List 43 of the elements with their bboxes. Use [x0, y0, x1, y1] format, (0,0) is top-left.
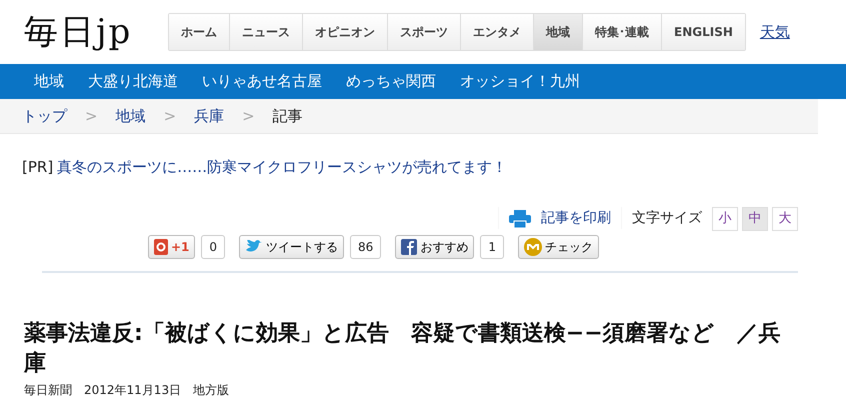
nav-tab[interactable]: 地域	[534, 14, 583, 50]
printer-icon[interactable]	[509, 210, 531, 228]
facebook-icon	[401, 238, 418, 254]
nav-tab[interactable]: エンタメ	[461, 14, 534, 50]
share-count: 86	[350, 234, 382, 258]
facebook-button[interactable]: おすすめ	[395, 234, 474, 258]
article-byline: 毎日新聞 2012年11月13日 地方版	[23, 382, 230, 398]
font-size-button[interactable]: 小	[712, 206, 738, 230]
share-count: 0	[201, 234, 226, 258]
nav-tab[interactable]: ホーム	[169, 14, 230, 50]
font-size-label: 文字サイズ	[632, 209, 702, 228]
nav-tab[interactable]: ENGLISH	[662, 14, 745, 50]
breadcrumb-current: 記事	[272, 106, 303, 127]
mixi-button[interactable]: チェック	[518, 234, 599, 258]
subnav-link[interactable]: オッショイ！九州	[460, 70, 580, 93]
breadcrumb-separator: >	[242, 106, 255, 127]
font-size-button[interactable]: 中	[742, 206, 768, 230]
subnav-link[interactable]: めっちゃ関西	[346, 70, 436, 93]
google-icon	[154, 238, 168, 254]
mixi-icon	[524, 238, 542, 256]
logo[interactable]: 毎日jp	[24, 15, 164, 49]
breadcrumb-link[interactable]: 兵庫	[194, 104, 224, 128]
bird-icon	[245, 240, 264, 254]
subnav-link[interactable]: いりゃあせ名古屋	[202, 70, 322, 93]
print-link[interactable]: 記事を印刷	[541, 208, 611, 229]
google-button[interactable]: +1	[148, 234, 196, 258]
nav-tab[interactable]: 特集･連載	[583, 14, 662, 50]
share-count: 1	[480, 234, 504, 258]
breadcrumb-link[interactable]: トップ	[22, 104, 67, 128]
pr-tag: [PR]	[22, 156, 54, 178]
breadcrumb-separator: >	[85, 106, 98, 127]
breadcrumb-separator: >	[164, 106, 176, 127]
article-headline: 薬事法違反:「被ばくに効果」と広告 容疑で書類送検−−須磨署など ／兵庫	[22, 320, 782, 378]
ad-link[interactable]: 真冬のスポーツに……防寒マイクロフリースシャツが売れてます！	[57, 156, 508, 178]
breadcrumb-link[interactable]: 地域	[116, 104, 146, 128]
font-size-button[interactable]: 大	[772, 206, 798, 230]
nav-tab[interactable]: スポーツ	[388, 14, 461, 50]
nav-link[interactable]: 天気	[760, 20, 790, 44]
twitter-button[interactable]: ツイートする	[239, 234, 344, 258]
nav-tab[interactable]: オピニオン	[303, 14, 388, 50]
subnav-link[interactable]: 地域	[34, 70, 64, 93]
subnav-link[interactable]: 大盛り北海道	[88, 70, 178, 93]
nav-tab[interactable]: ニュース	[230, 14, 303, 50]
